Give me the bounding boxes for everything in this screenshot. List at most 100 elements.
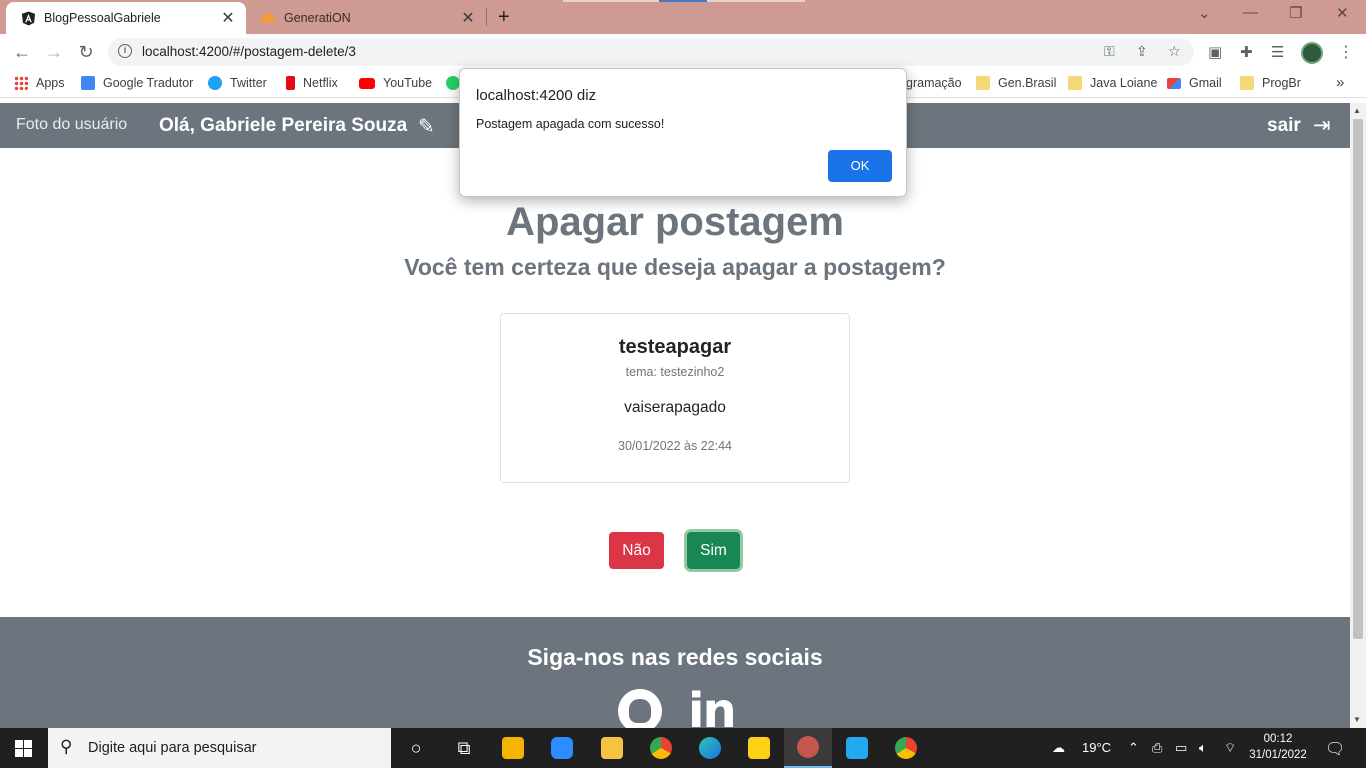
bookmark-google-tradutor[interactable]: Google Tradutor [81,76,193,90]
clock-time: 00:12 [1263,733,1293,745]
bookmark-label: YouTube [383,76,433,90]
share-icon[interactable]: ⇪ [1136,43,1148,60]
bookmark-youtube[interactable]: YouTube [359,76,432,90]
extension-icon[interactable]: ▣ [1208,43,1222,61]
tab-search-icon[interactable]: ⌄ [1198,4,1211,22]
bookmark-label: gramação [906,76,962,90]
puzzle-icon[interactable]: ✚ [1240,43,1253,61]
netflix-icon [286,76,295,90]
profile-avatar[interactable] [1301,42,1323,64]
tab-generation[interactable]: GeneratiON ✕ [248,2,486,34]
close-tab-icon[interactable]: ✕ [220,8,236,28]
tab-search-strip-active [659,0,707,2]
scroll-thumb[interactable] [1353,119,1363,639]
weather-icon[interactable]: ☁ [1052,740,1065,756]
browser-tab-strip: BlogPessoalGabriele ✕ GeneratiON ✕ + ⌄ —… [0,0,1366,34]
battery-icon[interactable]: ▭ [1175,740,1187,756]
youtube-icon [359,77,375,89]
snipping-tool-icon[interactable] [784,728,832,768]
scroll-down-icon[interactable]: ▼ [1353,715,1361,724]
browser-toolbar: ← → ↻ i localhost:4200/#/postagem-delete… [0,34,1366,70]
zoom-icon[interactable] [538,728,586,768]
bookmark-label: Java Loiane [1090,76,1158,90]
minimize-icon[interactable]: — [1243,4,1258,21]
scroll-up-icon[interactable]: ▲ [1353,106,1361,115]
post-text: vaiserapagado [624,399,726,416]
yes-button[interactable]: Sim [687,532,740,569]
new-tab-icon[interactable]: + [498,6,510,29]
notification-icon[interactable]: 🗨︎ [1325,739,1345,759]
whatsapp-icon [446,76,460,90]
more-bookmarks-icon[interactable]: » [1336,74,1344,91]
github-icon[interactable] [618,689,662,733]
folder-icon [1240,76,1254,90]
bookmark-label: Twitter [230,76,267,90]
reading-list-icon[interactable]: ☰ [1271,43,1284,61]
edit-profile-icon[interactable]: ✎ [418,114,435,139]
tab-separator [486,8,487,26]
bookmark-apps[interactable]: Apps [14,76,65,90]
footer-title: Siga-nos nas redes sociais [527,644,823,670]
tray-expand-icon[interactable]: ⌃ [1128,740,1139,756]
chrome-profile-icon[interactable] [882,728,930,768]
bookmark-gmail[interactable]: Gmail [1167,76,1222,90]
taskbar-clock[interactable]: 00:12 31/01/2022 [1248,731,1308,763]
close-tab-icon[interactable]: ✕ [460,8,476,28]
cortana-icon[interactable]: ○ [392,728,440,768]
bookmark-java-loiane[interactable]: Java Loiane [1068,76,1157,90]
key-icon[interactable]: ⚿ [1104,43,1115,60]
twitter-icon [208,76,222,90]
post-date: 30/01/2022 às 22:44 [618,439,732,453]
bookmark-twitter[interactable]: Twitter [208,76,267,90]
user-photo: Foto do usuário [16,116,128,133]
store-icon[interactable] [489,728,537,768]
site-info-icon[interactable]: i [118,44,132,58]
reload-icon[interactable]: ↻ [74,40,98,64]
logout-icon[interactable]: ⇥ [1313,113,1331,138]
bookmark-label: Gmail [1189,76,1222,90]
bookmark-label: Netflix [303,76,338,90]
restore-icon[interactable]: ❐ [1289,4,1302,22]
tab-title: BlogPessoalGabriele [44,11,161,25]
angular-icon [20,10,36,26]
user-greeting: Olá, Gabriele Pereira Souza [159,115,408,136]
chrome-icon[interactable] [637,728,685,768]
cloud-icon [260,10,276,26]
logout-link[interactable]: sair [1267,115,1301,137]
address-bar[interactable]: i localhost:4200/#/postagem-delete/3 ⚿ ⇪… [108,38,1194,66]
search-icon: ⚲ [60,737,73,756]
bookmark-progbr[interactable]: ProgBr [1240,76,1301,90]
bookmark-label: Google Tradutor [103,76,194,90]
bookmark-label: Gen.Brasil [998,76,1057,90]
folder-icon [1068,76,1082,90]
star-icon[interactable]: ☆ [1168,43,1181,60]
wifi-icon[interactable]: ⌔ [1224,740,1236,756]
task-view-icon[interactable]: ⧉ [440,728,488,768]
bookmark-netflix[interactable]: Netflix [286,76,338,90]
ok-button[interactable]: OK [828,150,892,182]
windows-start-icon[interactable] [15,740,32,757]
footer: Siga-nos nas redes sociais in [0,617,1350,739]
bookmark-programacao[interactable]: gramação [906,76,962,90]
volume-icon[interactable]: 🔈︎ [1199,740,1207,756]
alert-dialog: localhost:4200 diz Postagem apagada com … [459,68,907,197]
vscode-icon[interactable] [833,728,881,768]
sticky-notes-icon[interactable] [735,728,783,768]
close-window-icon[interactable]: ✕ [1336,4,1349,22]
file-explorer-icon[interactable] [588,728,636,768]
no-button[interactable]: Não [609,532,664,569]
forward-icon[interactable]: → [42,40,66,64]
apps-grid-icon [14,76,28,90]
temperature[interactable]: 19°C [1082,740,1111,755]
edge-icon[interactable] [686,728,734,768]
tab-blogpessoal[interactable]: BlogPessoalGabriele ✕ [6,2,246,34]
post-card: testeapagar tema: testezinho2 vaiserapag… [500,313,850,483]
windows-taskbar: ⚲ Digite aqui para pesquisar ○ ⧉ ☁ 19°C … [0,728,1366,768]
tray-app-icon[interactable]: ⎙ [1152,740,1162,756]
menu-icon[interactable]: ⋮ [1338,42,1354,62]
bookmark-gen-brasil[interactable]: Gen.Brasil [976,76,1056,90]
back-icon[interactable]: ← [10,40,34,64]
dialog-header: localhost:4200 diz [476,87,597,104]
taskbar-search[interactable]: ⚲ Digite aqui para pesquisar [48,728,391,768]
page-scrollbar[interactable]: ▲ ▼ [1350,103,1366,728]
